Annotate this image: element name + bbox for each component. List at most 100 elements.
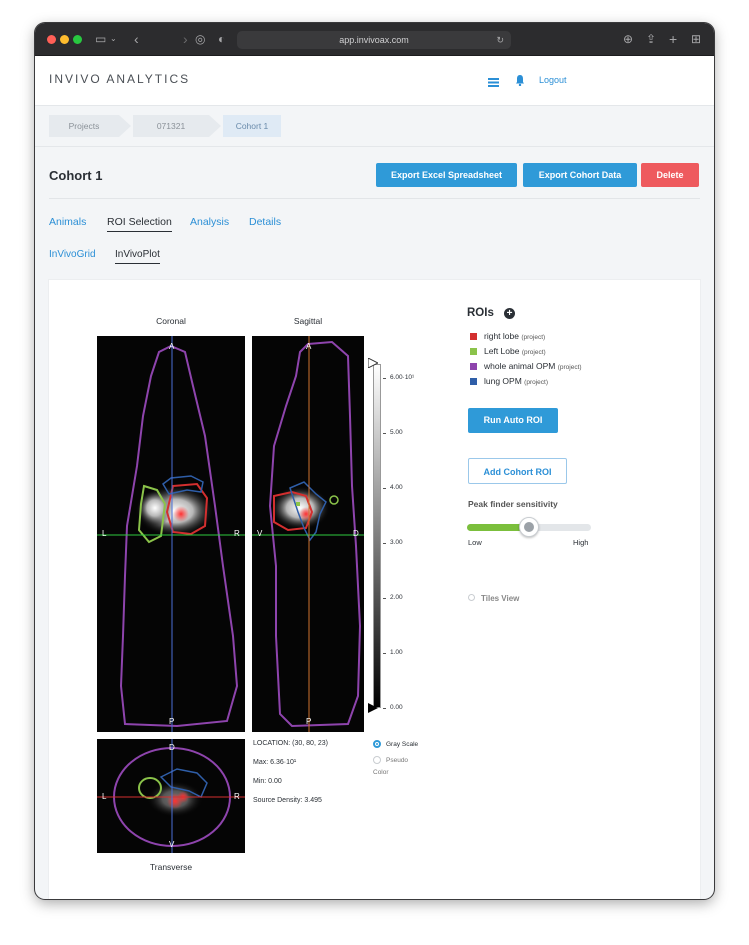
colorbar-tick-mark	[383, 378, 386, 379]
close-window-icon[interactable]	[47, 35, 56, 44]
roi-name: Left Lobe	[484, 346, 520, 356]
pseudo-color-label-2: Color	[373, 769, 389, 776]
pseudo-color-label: Pseudo	[386, 757, 409, 764]
divider	[49, 198, 700, 199]
run-auto-roi-button[interactable]: Run Auto ROI	[468, 408, 558, 433]
colorbar-max-handle[interactable]	[368, 358, 378, 368]
roi-item[interactable]: right lobe (project)	[470, 331, 545, 341]
colorbar-tick-label: 0.00	[390, 704, 403, 711]
privacy-report-icon[interactable]: ◎	[195, 31, 205, 47]
colorbar-tick-mark	[383, 653, 386, 654]
roi-tag: (project)	[557, 364, 582, 371]
colorbar-tick-label: 5.00	[390, 429, 403, 436]
tab-roi-selection[interactable]: ROI Selection	[107, 216, 172, 232]
sagittal-view[interactable]: A P V D	[252, 336, 364, 732]
sensitivity-slider-thumb[interactable]	[519, 517, 539, 537]
colorbar-tick-mark	[383, 488, 386, 489]
marker-left: L	[102, 792, 107, 801]
breadcrumb-separator	[119, 115, 131, 137]
bell-icon[interactable]	[515, 73, 525, 87]
tiles-view-label: Tiles View	[481, 594, 520, 603]
sidebar-icon[interactable]: ▭	[95, 31, 106, 47]
rois-title-text: ROIs	[467, 307, 494, 319]
maximize-window-icon[interactable]	[73, 35, 82, 44]
download-icon[interactable]: ⊕	[623, 31, 633, 47]
page-title: Cohort 1	[49, 168, 103, 183]
new-tab-icon[interactable]: +	[669, 31, 677, 47]
invivoplot-panel: Coronal Sagittal A P L R A P V D 6.00·10…	[49, 280, 700, 899]
colorbar-tick-label: 6.00·10¹	[390, 374, 415, 381]
chevron-down-icon[interactable]: ⌄	[110, 31, 117, 47]
gray-scale-label: Gray Scale	[386, 741, 419, 748]
marker-dorsal: D	[169, 743, 175, 752]
delete-button[interactable]: Delete	[641, 163, 699, 187]
breadcrumb-cohort[interactable]: Cohort 1	[223, 115, 281, 137]
browser-window: ▭ ⌄ ‹ › ◎ ◐ app.invivoax.com ↻ ⊕ ⇪ + ⊞ I…	[35, 23, 714, 899]
tab-animals[interactable]: Animals	[49, 216, 86, 231]
brand-logo: INVIVO ANALYTICS	[49, 72, 191, 86]
app-header: INVIVO ANALYTICS Logout	[35, 56, 714, 106]
subtab-invivoplot[interactable]: InVivoPlot	[115, 249, 160, 264]
location-readout: LOCATION: (30, 80, 23)	[253, 740, 328, 747]
coronal-view[interactable]: A P L R	[97, 336, 245, 732]
colorbar-tick-label: 2.00	[390, 594, 403, 601]
breadcrumb-project[interactable]: 071321	[133, 115, 209, 137]
roi-color-swatch	[470, 333, 477, 340]
transverse-view[interactable]: D V L R	[97, 739, 245, 853]
marker-posterior: P	[306, 717, 312, 726]
roi-name: whole animal OPM	[484, 361, 556, 371]
roi-name: right lobe	[484, 331, 519, 341]
roi-color-swatch	[470, 348, 477, 355]
colorbar-tick-mark	[383, 708, 386, 709]
colorbar-min-handle[interactable]	[368, 703, 378, 713]
transverse-title: Transverse	[149, 862, 193, 872]
slider-low-label: Low	[468, 538, 482, 547]
marker-right: R	[234, 792, 240, 801]
address-bar[interactable]: app.invivoax.com ↻	[237, 31, 511, 49]
peak-finder-label: Peak finder sensitivity	[468, 499, 558, 509]
share-icon[interactable]: ⇪	[646, 31, 656, 47]
address-text: app.invivoax.com	[339, 35, 409, 45]
marker-dorsal: D	[353, 529, 359, 538]
pseudo-color-radio[interactable]	[373, 756, 381, 764]
colorbar-tick-label: 4.00	[390, 484, 403, 491]
roi-color-swatch	[470, 363, 477, 370]
export-cohort-button[interactable]: Export Cohort Data	[523, 163, 637, 187]
tab-analysis[interactable]: Analysis	[190, 216, 229, 231]
roi-item[interactable]: Left Lobe (project)	[470, 346, 546, 356]
tab-overview-icon[interactable]: ⊞	[691, 31, 701, 47]
tiles-view-toggle[interactable]	[468, 594, 475, 601]
source-density-readout: Source Density: 3.495	[253, 797, 322, 804]
roi-tag: (project)	[521, 334, 546, 341]
reload-icon[interactable]: ↻	[496, 31, 504, 49]
colorbar-tick-mark	[383, 543, 386, 544]
minimize-window-icon[interactable]	[60, 35, 69, 44]
tab-details[interactable]: Details	[249, 216, 281, 231]
min-readout: Min: 0.00	[253, 778, 282, 785]
list-icon[interactable]	[488, 74, 499, 87]
logout-link[interactable]: Logout	[539, 75, 567, 85]
shield-icon[interactable]: ◐	[218, 31, 225, 47]
colorbar	[373, 364, 381, 708]
roi-tag: (project)	[524, 379, 549, 386]
add-cohort-roi-button[interactable]: Add Cohort ROI	[468, 458, 567, 484]
coronal-title: Coronal	[156, 316, 186, 326]
roi-item[interactable]: lung OPM (project)	[470, 376, 548, 386]
marker-anterior: A	[306, 342, 312, 351]
breadcrumb-projects[interactable]: Projects	[49, 115, 119, 137]
back-icon[interactable]: ‹	[134, 31, 139, 47]
export-excel-button[interactable]: Export Excel Spreadsheet	[376, 163, 517, 187]
roi-name: lung OPM	[484, 376, 522, 386]
rois-title: ROIs +	[467, 307, 516, 319]
forward-icon[interactable]: ›	[183, 31, 188, 47]
subtab-invivogrid[interactable]: InVivoGrid	[49, 249, 96, 263]
gray-scale-radio[interactable]	[373, 740, 381, 748]
colorbar-tick-mark	[383, 433, 386, 434]
marker-anterior: A	[169, 342, 175, 351]
add-roi-icon[interactable]: +	[504, 308, 516, 319]
marker-ventral: V	[257, 529, 263, 538]
roi-item[interactable]: whole animal OPM (project)	[470, 361, 582, 371]
roi-color-swatch	[470, 378, 477, 385]
browser-titlebar: ▭ ⌄ ‹ › ◎ ◐ app.invivoax.com ↻ ⊕ ⇪ + ⊞	[35, 23, 714, 56]
colorbar-tick-mark	[383, 598, 386, 599]
